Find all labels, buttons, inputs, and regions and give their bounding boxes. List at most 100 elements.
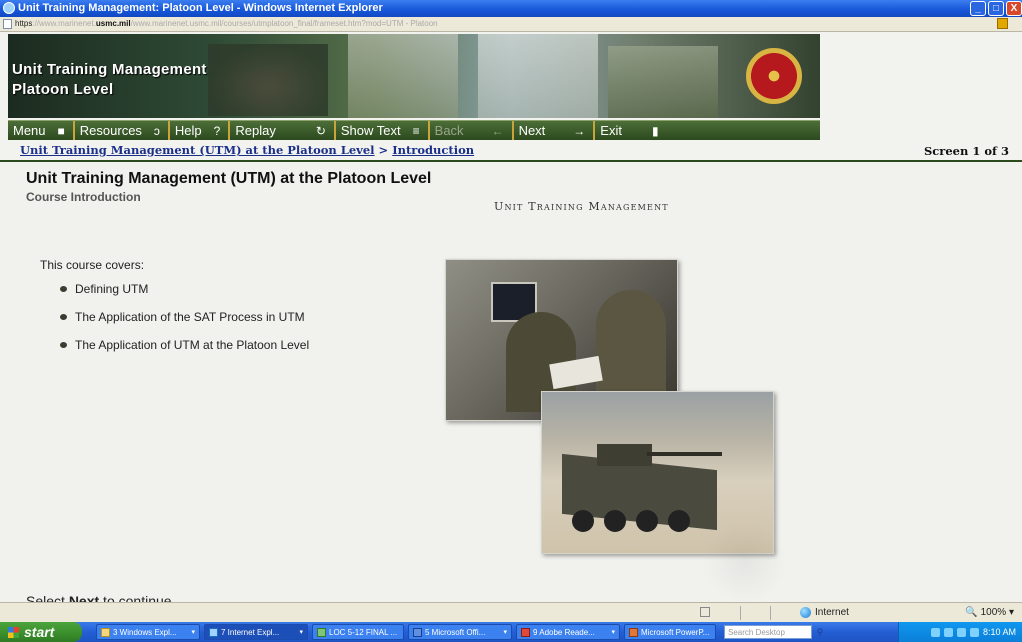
chevron-down-icon: ▾ xyxy=(611,629,615,636)
maximize-button[interactable]: □ xyxy=(988,1,1004,16)
system-tray: 8:10 AM xyxy=(898,622,1022,642)
task-label: 3 Windows Expl... xyxy=(113,627,177,637)
close-button[interactable]: X xyxy=(1006,1,1022,16)
taskbar-item-powerpoint[interactable]: Microsoft PowerP... xyxy=(624,624,716,640)
photo-vehicle-wheel xyxy=(604,510,626,532)
replay-button[interactable]: Replay ↻ xyxy=(230,121,336,140)
globe-icon xyxy=(800,607,811,618)
page-icon xyxy=(3,19,12,29)
tray-icon[interactable] xyxy=(956,627,966,637)
taskbar-item-microsoft-office[interactable]: 5 Microsoft Offi... ▾ xyxy=(408,624,512,640)
internet-explorer-icon xyxy=(209,627,218,637)
list-item-text: The Application of UTM at the Platoon Le… xyxy=(75,338,310,352)
minimize-button[interactable]: _ xyxy=(970,1,986,16)
list-item-text: The Application of the SAT Process in UT… xyxy=(75,310,305,324)
back-button[interactable]: Back ← xyxy=(430,121,514,140)
url-path: /www.marinenet.usmc.mil/courses/utmplato… xyxy=(130,19,438,28)
search-icon[interactable]: ⚲ xyxy=(814,626,826,638)
word-icon xyxy=(413,627,422,637)
photo-vehicle-wheel xyxy=(668,510,690,532)
bullet-icon xyxy=(60,286,67,292)
start-label: start xyxy=(24,624,55,640)
instruction-prefix: Select xyxy=(26,593,69,602)
task-label: 9 Adobe Reade... xyxy=(533,627,595,637)
resources-label: Resources xyxy=(79,123,142,138)
tray-icon[interactable] xyxy=(943,627,953,637)
list-item-text: Defining UTM xyxy=(75,282,149,296)
lesson-content: Unit Training Management (UTM) at the Pl… xyxy=(0,162,1022,602)
replay-icon: ↻ xyxy=(315,123,326,138)
select-next-instruction: Select Next to continue. xyxy=(26,593,175,602)
breadcrumb: Unit Training Management (UTM) at the Pl… xyxy=(0,140,1022,162)
breadcrumb-trail: Unit Training Management (UTM) at the Pl… xyxy=(20,143,474,157)
taskbar-item-adobe-reader[interactable]: 9 Adobe Reade... ▾ xyxy=(516,624,620,640)
task-label: 5 Microsoft Offi... xyxy=(425,627,486,637)
photo-marine-2 xyxy=(596,290,666,400)
exit-label: Exit xyxy=(600,123,622,138)
task-label: 7 Internet Expl... xyxy=(221,627,280,637)
folder-icon xyxy=(101,627,110,637)
page-title: Unit Training Management (UTM) at the Pl… xyxy=(26,170,432,187)
exit-button[interactable]: Exit ▮ xyxy=(595,121,666,140)
menu-button[interactable]: Menu ■ xyxy=(8,121,75,140)
taskbar-item-loc-final[interactable]: LOC 5-12 FINAL ... xyxy=(312,624,404,640)
window-controls: _ □ X xyxy=(970,1,1022,16)
task-label: Microsoft PowerP... xyxy=(641,627,710,637)
page-subtitle: Course Introduction xyxy=(26,190,141,204)
url-protocol: https xyxy=(15,19,33,28)
banner-title-line-2: Platoon Level xyxy=(12,81,114,98)
address-bar[interactable]: https://www.marinenet.usmc.mil/www.marin… xyxy=(0,17,1022,32)
url-field[interactable]: https://www.marinenet.usmc.mil/www.marin… xyxy=(15,19,438,28)
instruction-suffix: to continue. xyxy=(99,593,176,602)
photo-vehicle-wheel xyxy=(636,510,658,532)
breadcrumb-separator: > xyxy=(374,143,393,157)
taskbar-item-internet-explorer[interactable]: 7 Internet Expl... ▾ xyxy=(204,624,308,640)
tray-icon[interactable] xyxy=(969,627,979,637)
instruction-next-word: Next xyxy=(68,593,100,602)
status-page-icon xyxy=(700,607,710,617)
breadcrumb-introduction-link[interactable]: Introduction xyxy=(392,143,474,157)
topic-list: Defining UTM The Application of the SAT … xyxy=(60,282,309,366)
wrench-icon: ↄ xyxy=(153,123,160,138)
menu-icon: ■ xyxy=(57,123,65,138)
banner-photo-field xyxy=(348,34,458,118)
chevron-down-icon: ▾ xyxy=(191,629,195,636)
taskbar-item-windows-explorer[interactable]: 3 Windows Expl... ▾ xyxy=(96,624,200,640)
resources-button[interactable]: Resources ↄ xyxy=(75,121,170,140)
window-title: Unit Training Management: Platoon Level … xyxy=(18,2,383,14)
zoom-value: 100% xyxy=(980,607,1007,618)
list-item: The Application of UTM at the Platoon Le… xyxy=(60,338,309,366)
desktop-search-input[interactable]: Search Desktop xyxy=(724,625,812,639)
banner-title: Unit Training Management Platoon Level xyxy=(12,60,207,100)
banner-title-line-1: Unit Training Management xyxy=(12,61,207,78)
clock[interactable]: 8:10 AM xyxy=(983,627,1016,637)
document-icon xyxy=(317,627,326,637)
arrow-right-icon: → xyxy=(573,123,586,138)
replay-label: Replay xyxy=(235,123,276,138)
breadcrumb-course-link[interactable]: Unit Training Management (UTM) at the Pl… xyxy=(20,143,375,157)
zoom-level[interactable]: 🔍 100% ▾ xyxy=(965,607,1014,618)
zone-label: Internet xyxy=(815,607,849,618)
section-heading: Unit Training Management xyxy=(494,200,669,213)
taskbar: start 3 Windows Expl... ▾ 7 Internet Expl… xyxy=(0,622,1022,642)
banner-photo-troops xyxy=(608,46,718,118)
start-button[interactable]: start xyxy=(0,622,82,642)
url-domain: usmc.mil xyxy=(95,19,131,28)
bullet-icon xyxy=(60,342,67,348)
security-lock-icon[interactable] xyxy=(997,18,1008,29)
list-item: The Application of the SAT Process in UT… xyxy=(60,310,309,338)
help-button[interactable]: Help? xyxy=(170,121,231,140)
next-button[interactable]: Next → xyxy=(514,121,596,140)
course-banner: Unit Training Management Platoon Level xyxy=(8,34,820,118)
help-icon: ? xyxy=(213,123,221,138)
help-label: Help xyxy=(174,123,202,138)
list-item: Defining UTM xyxy=(60,282,309,310)
intro-text: This course covers: xyxy=(40,258,145,272)
usmc-seal-logo xyxy=(746,48,802,104)
security-zone[interactable]: Internet xyxy=(800,607,849,618)
window-title-bar[interactable]: Unit Training Management: Platoon Level … xyxy=(0,0,1022,17)
tray-icon[interactable] xyxy=(930,627,940,637)
show-text-button[interactable]: Show Text ≡ xyxy=(336,121,430,140)
chevron-down-icon: ▾ xyxy=(299,629,303,636)
powerpoint-icon xyxy=(629,627,638,637)
